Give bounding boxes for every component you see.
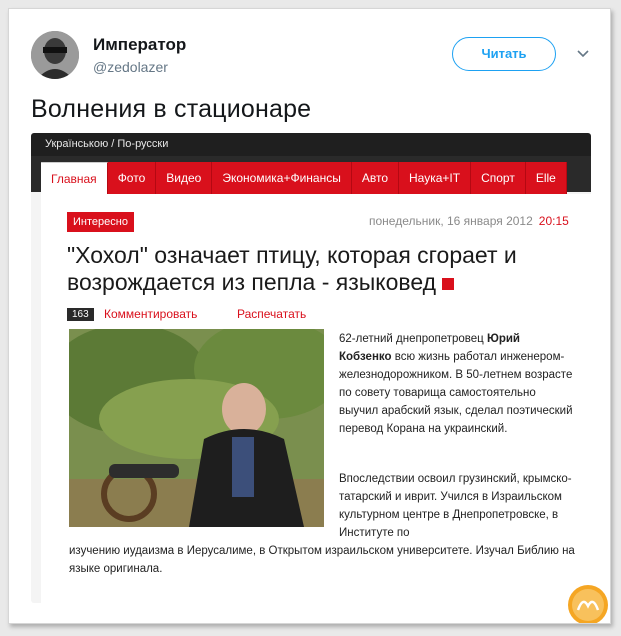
article-headline: "Хохол" означает птицу, которая сгорает … xyxy=(67,242,567,296)
embedded-screenshot[interactable]: Українською / По-русски Главная Фото Вид… xyxy=(31,133,591,603)
user-handle[interactable]: @zedolazer xyxy=(93,59,168,75)
nav-item-video: Видео xyxy=(156,162,213,194)
language-bar: Українською / По-русски xyxy=(31,133,591,156)
tweet-text: Волнения в стационаре xyxy=(31,95,312,123)
tweet-card: Император @zedolazer Читать Волнения в с… xyxy=(8,8,611,624)
time-text: 20:15 xyxy=(538,214,569,228)
nav-item-sport: Спорт xyxy=(471,162,526,194)
display-name[interactable]: Император xyxy=(93,35,186,55)
nav-item-auto: Авто xyxy=(352,162,399,194)
para1-rest: всю жизнь работал инженером-железнодорож… xyxy=(339,351,573,435)
nav-item-photo: Фото xyxy=(108,162,157,194)
chevron-down-icon[interactable] xyxy=(575,45,591,61)
nav-item-home: Главная xyxy=(41,162,108,194)
comment-count: 163 xyxy=(67,308,94,321)
nav-item-economy: Экономика+Финансы xyxy=(212,162,352,194)
nav-item-science: Наука+IT xyxy=(399,162,472,194)
para1-start: 62-летний днепропетровец xyxy=(339,333,487,345)
red-square-icon xyxy=(442,277,455,290)
article-photo xyxy=(69,329,324,527)
follow-button[interactable]: Читать xyxy=(452,37,556,71)
article-paragraph-2: Впоследствии освоил грузинский, крымско-… xyxy=(339,473,572,539)
print-link: Распечатать xyxy=(237,307,307,321)
comment-link: Комментировать xyxy=(104,307,198,321)
language-switch: Українською / По-русски xyxy=(45,138,169,150)
article: Интересно понедельник, 16 января 2012 20:… xyxy=(41,194,591,603)
article-paragraph-1: 62-летний днепропетровец Юрий Кобзенко в… xyxy=(339,330,574,438)
article-paragraph-3: изучению иудаизма в Иерусалиме, в Открыт… xyxy=(69,545,575,575)
article-date: понедельник, 16 января 2012 20:15 xyxy=(369,214,569,228)
site-nav: Главная Фото Видео Экономика+Финансы Авт… xyxy=(41,162,567,194)
date-text: понедельник, 16 января 2012 xyxy=(369,214,533,228)
watermark-logo xyxy=(567,584,609,623)
category-badge: Интересно xyxy=(67,212,134,232)
avatar[interactable] xyxy=(31,31,79,79)
nav-item-elle: Elle xyxy=(526,162,567,194)
